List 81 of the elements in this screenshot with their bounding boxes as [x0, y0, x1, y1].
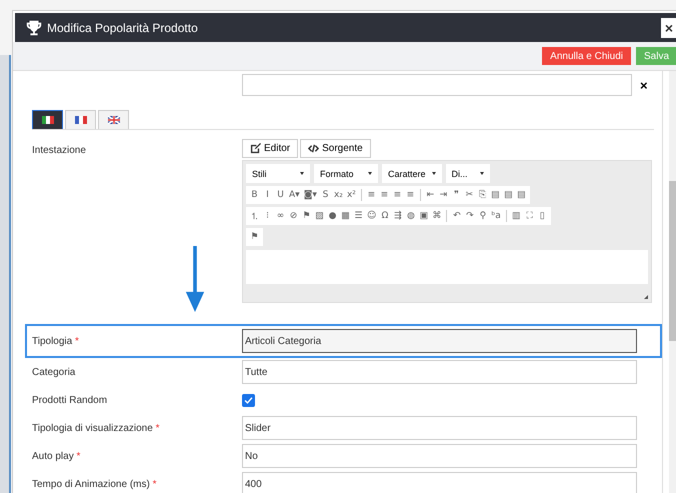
- flag-icon: [108, 116, 120, 124]
- toolbar-button[interactable]: B: [248, 187, 261, 203]
- toolbar-button[interactable]: ▣: [417, 208, 430, 224]
- toolbar-button[interactable]: I: [261, 187, 274, 203]
- trophy-icon: [25, 18, 43, 36]
- toolbar-button[interactable]: ≡: [404, 187, 417, 203]
- toolbar-button[interactable]: ⁝: [261, 208, 274, 224]
- field-label: Auto play *: [32, 450, 82, 462]
- toolbar-button[interactable]: ☰: [352, 208, 365, 224]
- toolbar-button[interactable]: ◙▾: [302, 187, 319, 203]
- toolbar-button[interactable]: x₂: [332, 187, 345, 203]
- window-title: Modifica Popolarità Prodotto: [47, 20, 199, 34]
- toolbar-button[interactable]: ⌘: [430, 208, 444, 224]
- toolbar-button[interactable]: ▦: [339, 208, 352, 224]
- toolbar-button[interactable]: ❞: [450, 187, 463, 203]
- toolbar-button[interactable]: ≡: [364, 187, 378, 203]
- toolbar-button[interactable]: ⇥: [436, 187, 450, 203]
- field-label: Categoria: [32, 366, 76, 378]
- scrollbar[interactable]: [669, 71, 676, 493]
- toolbar-button[interactable]: ▤: [502, 187, 515, 203]
- cancel-close-button[interactable]: Annulla e Chiudi: [542, 47, 631, 65]
- toolbar-button[interactable]: ≡: [378, 187, 391, 203]
- toolbar-button[interactable]: ✂: [462, 187, 476, 203]
- scrollbar-thumb[interactable]: [669, 181, 676, 341]
- toolbar-button[interactable]: ⚑: [248, 229, 261, 245]
- dropdown[interactable]: Formato: [314, 164, 378, 183]
- caret-icon: [432, 172, 436, 175]
- select-field[interactable]: Articoli Categoria: [242, 329, 637, 353]
- select-field[interactable]: Tutte: [242, 360, 637, 384]
- editor-button[interactable]: Editor: [242, 139, 298, 158]
- dropdown[interactable]: Stili: [246, 164, 310, 183]
- field-label: Tipologia di visualizzazione *: [32, 422, 160, 434]
- text-field[interactable]: [242, 74, 632, 96]
- toolbar-button[interactable]: ⊘: [287, 208, 300, 224]
- clear-button[interactable]: ×: [636, 78, 652, 92]
- toolbar-button[interactable]: ᵇa: [489, 208, 503, 224]
- toolbar-button[interactable]: A▾: [287, 187, 302, 203]
- toolbar-button[interactable]: ▯: [536, 208, 549, 224]
- source-button[interactable]: Sorgente: [300, 139, 371, 158]
- toolbar-button[interactable]: ↶: [450, 208, 464, 224]
- toolbar-button[interactable]: ⛶: [522, 208, 536, 224]
- field-label: Tipologia *: [32, 336, 80, 346]
- select-field[interactable]: No: [242, 444, 637, 468]
- input-field[interactable]: 400: [242, 472, 637, 493]
- edit-icon: [250, 143, 261, 154]
- toolbar-button[interactable]: ▨: [313, 208, 326, 224]
- toolbar-button[interactable]: ▤: [488, 187, 502, 203]
- field-label: Intestazione: [32, 144, 87, 156]
- field-label: Tempo di Animazione (ms) *: [32, 478, 158, 490]
- toolbar-button[interactable]: Ω: [378, 208, 392, 224]
- toolbar-button[interactable]: ∞: [274, 208, 287, 224]
- checkbox[interactable]: [242, 394, 255, 406]
- caret-icon: [368, 172, 372, 175]
- toolbar-button[interactable]: S: [318, 187, 332, 203]
- toolbar-button[interactable]: ≡: [390, 187, 404, 203]
- dropdown[interactable]: Di...: [446, 164, 490, 183]
- flag-icon: [74, 116, 86, 124]
- toolbar-button[interactable]: x²: [344, 187, 358, 203]
- toolbar-button[interactable]: ⒈: [248, 208, 261, 224]
- toolbar-button[interactable]: ⇶: [391, 208, 404, 224]
- code-icon: [308, 143, 320, 154]
- field-label: Prodotti Random: [32, 394, 108, 406]
- caret-icon: [480, 172, 484, 175]
- dropdown[interactable]: Carattere: [382, 164, 442, 183]
- caret-icon: [300, 172, 304, 175]
- toolbar-button[interactable]: ⚑: [300, 208, 313, 224]
- toolbar-button[interactable]: ☺: [365, 208, 378, 224]
- toolbar-button[interactable]: ●: [326, 208, 339, 224]
- toolbar-button[interactable]: ⎘: [476, 187, 489, 203]
- language-tab[interactable]: [32, 110, 63, 129]
- flag-icon: [42, 116, 54, 124]
- toolbar-button[interactable]: U: [274, 187, 287, 203]
- toolbar-button[interactable]: ↷: [463, 208, 476, 224]
- toolbar-button[interactable]: ▥: [510, 208, 523, 224]
- toolbar-button[interactable]: ⚲: [476, 208, 490, 224]
- toolbar-button[interactable]: ◍: [404, 208, 418, 224]
- close-button[interactable]: ×: [661, 18, 676, 38]
- select-field[interactable]: Slider: [242, 416, 637, 440]
- toolbar-button[interactable]: ⇤: [424, 187, 437, 203]
- resize-grip-icon[interactable]: [644, 295, 648, 299]
- toolbar-button[interactable]: ▤: [514, 187, 528, 203]
